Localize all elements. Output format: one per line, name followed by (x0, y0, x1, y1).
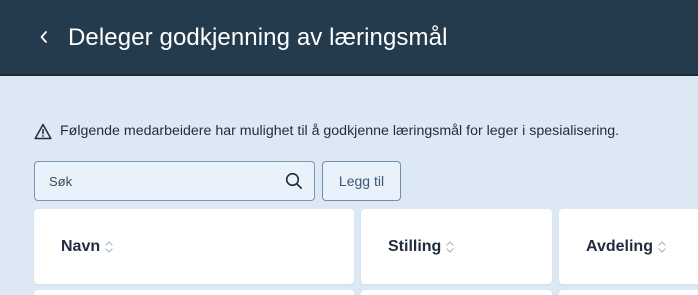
main-content: Følgende medarbeidere har mulighet til å… (0, 78, 698, 295)
column-header-stilling[interactable]: Stilling (361, 238, 455, 256)
table-row (559, 290, 698, 295)
sort-icon (657, 239, 667, 255)
back-button[interactable] (34, 26, 54, 48)
column-label: Stilling (388, 237, 442, 255)
info-message: Følgende medarbeidere har mulighet til å… (34, 121, 619, 141)
column-header-navn[interactable]: Navn (34, 238, 114, 256)
chevron-left-icon (40, 31, 47, 43)
search-field[interactable] (34, 161, 315, 201)
sort-icon (104, 239, 114, 255)
table-row (361, 290, 552, 295)
add-button[interactable]: Legg til (322, 161, 401, 201)
search-icon[interactable] (284, 171, 304, 191)
column-header-card: Avdeling (559, 209, 698, 284)
page-header: Deleger godkjenning av læringsmål (0, 0, 698, 76)
info-text: Følgende medarbeidere har mulighet til å… (60, 123, 620, 139)
page-title: Deleger godkjenning av læringsmål (68, 24, 448, 51)
sort-icon (445, 239, 455, 255)
column-label: Avdeling (586, 237, 653, 255)
column-header-avdeling[interactable]: Avdeling (559, 238, 667, 256)
column-header-card: Navn (34, 209, 354, 284)
column-label: Navn (61, 237, 101, 255)
search-input[interactable] (49, 173, 284, 189)
column-header-card: Stilling (361, 209, 552, 284)
table-row (34, 290, 354, 295)
warning-triangle-icon (34, 123, 52, 139)
